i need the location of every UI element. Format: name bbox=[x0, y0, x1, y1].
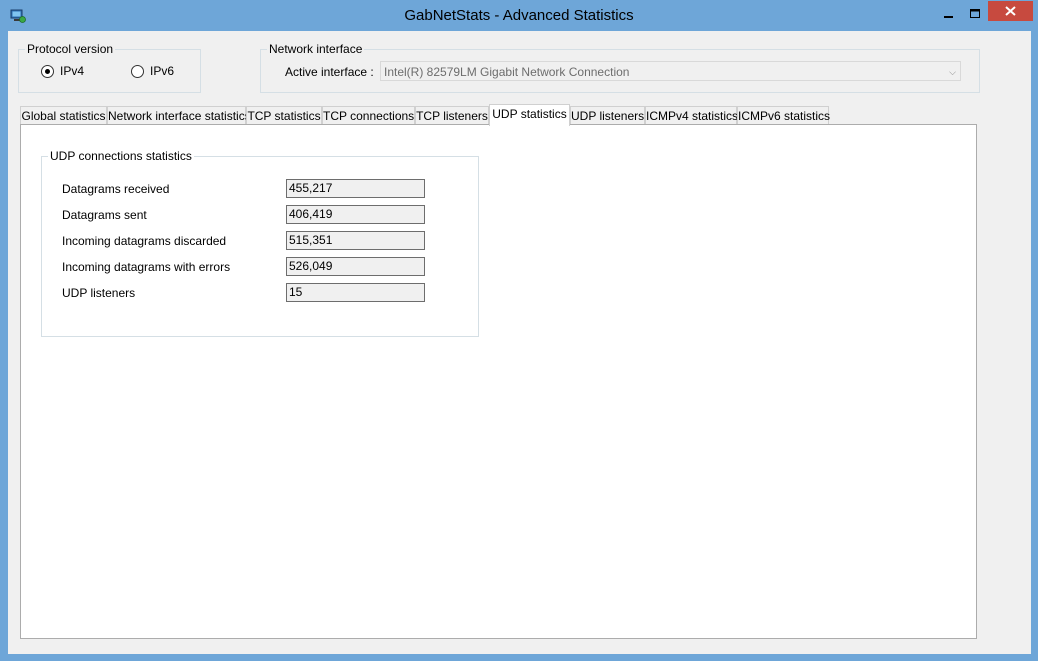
datagrams-sent-field[interactable]: 406,419 bbox=[286, 205, 425, 224]
protocol-version-label: Protocol version bbox=[25, 42, 116, 56]
incoming-errors-field[interactable]: 526,049 bbox=[286, 257, 425, 276]
tab-udp-listeners[interactable]: UDP listeners bbox=[570, 106, 645, 125]
app-window: GabNetStats - Advanced Statistics Protoc… bbox=[0, 0, 1038, 661]
datagrams-sent-label: Datagrams sent bbox=[62, 208, 147, 222]
title-bar[interactable]: GabNetStats - Advanced Statistics bbox=[0, 0, 1038, 32]
active-interface-select[interactable]: Intel(R) 82579LM Gigabit Network Connect… bbox=[380, 61, 961, 81]
tab-tcp-statistics[interactable]: TCP statistics bbox=[246, 106, 322, 125]
ipv4-label: IPv4 bbox=[60, 64, 85, 78]
tab-udp-statistics[interactable]: UDP statistics bbox=[489, 104, 570, 126]
network-interface-group: Network interface Active interface : Int… bbox=[260, 42, 980, 93]
incoming-discarded-field[interactable]: 515,351 bbox=[286, 231, 425, 250]
tab-global-statistics[interactable]: Global statistics bbox=[20, 106, 107, 125]
maximize-icon[interactable] bbox=[962, 4, 988, 24]
close-icon[interactable] bbox=[988, 1, 1033, 21]
tab-network-interface-statistics[interactable]: Network interface statistics bbox=[107, 106, 251, 125]
tab-icmpv6-statistics[interactable]: ICMPv6 statistics bbox=[737, 106, 830, 125]
protocol-version-group: Protocol version IPv4 IPv6 bbox=[18, 42, 201, 93]
ipv4-radio-circle[interactable] bbox=[41, 64, 54, 78]
datagrams-received-field[interactable]: 455,217 bbox=[286, 179, 425, 198]
tab-tcp-connections[interactable]: TCP connections bbox=[322, 106, 415, 125]
tab-icmpv4-statistics[interactable]: ICMPv4 statistics bbox=[645, 106, 738, 125]
incoming-errors-label: Incoming datagrams with errors bbox=[62, 260, 231, 274]
window-title: GabNetStats - Advanced Statistics bbox=[404, 7, 634, 24]
udp-listeners-field[interactable]: 15 bbox=[286, 283, 425, 302]
datagrams-received-label: Datagrams received bbox=[62, 182, 170, 196]
active-interface-label: Active interface : bbox=[285, 65, 374, 79]
udp-connections-group: UDP connections statistics Datagrams rec… bbox=[41, 149, 479, 337]
incoming-discarded-label: Incoming datagrams discarded bbox=[62, 234, 227, 248]
udp-connections-title: UDP connections statistics bbox=[48, 149, 194, 163]
ipv6-radio[interactable]: IPv6 bbox=[131, 64, 174, 78]
udp-listeners-label: UDP listeners bbox=[62, 286, 136, 300]
active-interface-value: Intel(R) 82579LM Gigabit Network Connect… bbox=[384, 65, 630, 79]
client-area: Protocol version IPv4 IPv6 Network inter… bbox=[8, 31, 1031, 654]
ipv6-radio-circle[interactable] bbox=[131, 64, 144, 78]
ipv4-radio[interactable]: IPv4 bbox=[41, 64, 84, 78]
ipv6-label: IPv6 bbox=[150, 64, 175, 78]
minimize-icon[interactable] bbox=[934, 4, 962, 24]
udp-statistics-panel: UDP connections statistics Datagrams rec… bbox=[20, 124, 977, 639]
tab-tcp-listeners[interactable]: TCP listeners bbox=[415, 106, 489, 125]
network-interface-label: Network interface bbox=[267, 42, 365, 56]
chevron-down-icon[interactable]: ⌵ bbox=[949, 62, 956, 82]
